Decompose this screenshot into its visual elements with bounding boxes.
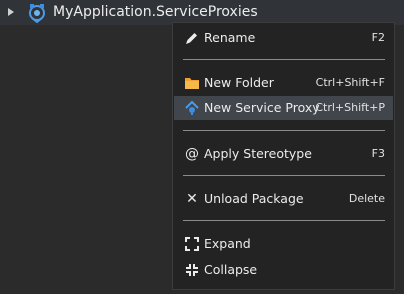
menu-item-label: New Service Proxy (204, 100, 320, 115)
menu-item-apply-stereotype[interactable]: @ Apply Stereotype F3 (174, 142, 393, 166)
menu-item-label: Expand (204, 236, 251, 251)
menu-item-label: Apply Stereotype (204, 146, 312, 161)
tree-node-label: MyApplication.ServiceProxies (53, 4, 258, 20)
collapse-icon (184, 262, 200, 278)
x-icon: ✕ (186, 191, 198, 207)
service-proxies-package-icon (27, 3, 47, 24)
pencil-icon (184, 30, 200, 46)
menu-item-shortcut: F2 (371, 31, 385, 44)
menu-item-shortcut: Ctrl+Shift+F (315, 76, 385, 89)
menu-item-label: Unload Package (204, 191, 304, 206)
menu-item-rename[interactable]: Rename F2 (174, 26, 393, 50)
menu-item-shortcut: Delete (348, 192, 385, 205)
expand-arrow-icon[interactable] (8, 8, 14, 16)
menu-item-collapse[interactable]: Collapse (174, 258, 393, 282)
context-menu: Rename F2 New Folder Ctrl+Shift+F New Se… (172, 22, 395, 290)
menu-item-expand[interactable]: Expand (174, 232, 393, 256)
menu-separator (183, 175, 385, 176)
menu-item-shortcut: Ctrl+Shift+P (315, 101, 385, 114)
menu-item-new-folder[interactable]: New Folder Ctrl+Shift+F (174, 71, 393, 95)
menu-separator (183, 130, 385, 131)
menu-item-label: New Folder (204, 75, 274, 90)
service-proxy-icon (184, 100, 200, 116)
expand-icon (184, 236, 200, 252)
menu-item-label: Rename (204, 30, 256, 45)
menu-item-label: Collapse (204, 262, 258, 277)
menu-separator (183, 59, 385, 60)
at-sign-icon: @ (185, 146, 199, 162)
menu-item-new-service-proxy[interactable]: New Service Proxy Ctrl+Shift+P (174, 96, 393, 120)
menu-item-unload-package[interactable]: ✕ Unload Package Delete (174, 187, 393, 211)
menu-separator (183, 220, 385, 221)
menu-item-shortcut: F3 (371, 147, 385, 160)
folder-icon (184, 75, 200, 91)
